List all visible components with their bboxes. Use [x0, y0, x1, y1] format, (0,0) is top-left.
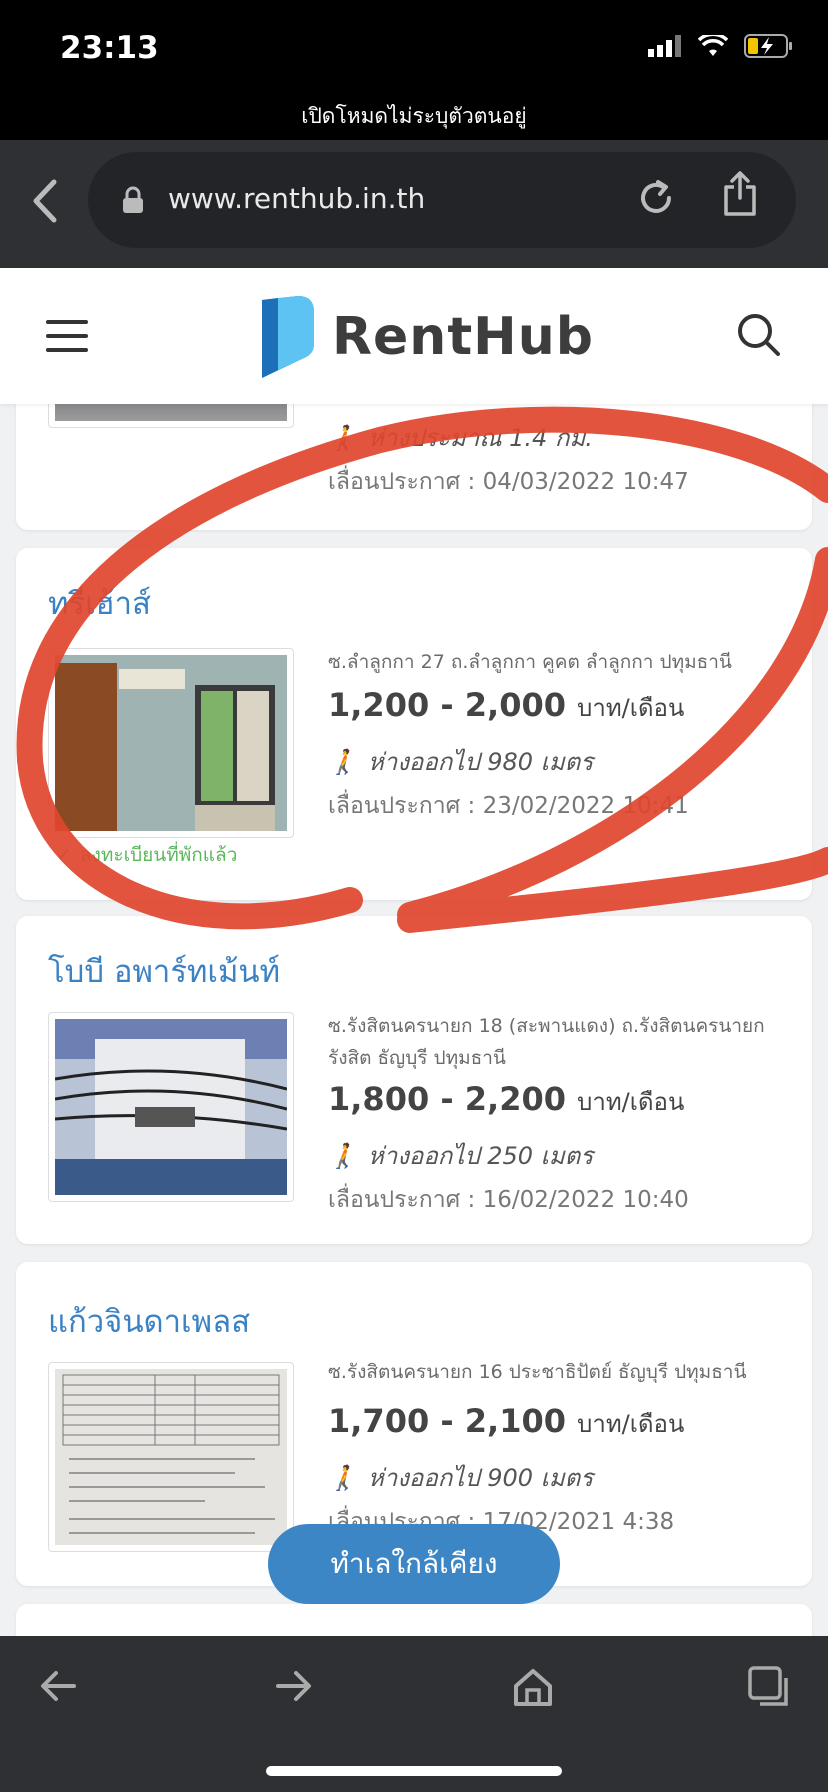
listing-title[interactable]: โบบี อพาร์ทเม้นท์: [48, 946, 280, 996]
wifi-icon: [698, 35, 728, 56]
check-icon: ✓: [56, 844, 72, 866]
battery-charging-icon: [744, 34, 792, 58]
room-photo: [55, 655, 287, 831]
distance-row: 🚶 ห่างประมาณ 1.4 กม.: [328, 418, 593, 457]
search-icon[interactable]: [736, 312, 782, 358]
distance-text: ห่างออกไป 250 เมตร: [367, 1142, 594, 1170]
listing-price: 1,800 - 2,200 บาท/เดือน: [328, 1080, 684, 1121]
nearby-locations-button[interactable]: ทำเลใกล้เคียง: [268, 1524, 560, 1604]
distance-row: 🚶 ห่างออกไป 250 เมตร: [328, 1136, 593, 1175]
share-icon[interactable]: [722, 170, 758, 216]
renthub-logo[interactable]: RentHub: [258, 296, 594, 378]
browser-bottom-bar: [0, 1636, 828, 1792]
posted-date: เลื่อนประกาศ : 04/03/2022 10:47: [328, 469, 689, 495]
walking-icon: 🚶: [328, 747, 358, 776]
home-indicator: [266, 1766, 562, 1776]
reload-icon[interactable]: [636, 178, 676, 218]
price-unit: บาท/เดือน: [577, 1088, 685, 1116]
listing-address: ซ.รังสิตนครนายก 18 (สะพานแดง) ถ.รังสิตนค…: [328, 1015, 765, 1069]
url-text: www.renthub.in.th: [168, 182, 426, 215]
listing-price: 1,700 - 2,100 บาท/เดือน: [328, 1402, 684, 1443]
listing-price: 1,200 - 2,000 บาท/เดือน: [328, 686, 684, 727]
logo-text: RentHub: [332, 307, 594, 367]
distance-text: ห่างประมาณ 1.4 กม.: [367, 424, 593, 452]
menu-icon[interactable]: [46, 320, 88, 352]
walking-icon: 🚶: [328, 423, 358, 452]
home-icon[interactable]: [512, 1666, 554, 1708]
private-mode-banner: เปิดโหมดไม่ระบุตัวตนอยู่: [0, 100, 828, 140]
distance-row: 🚶 ห่างออกไป 980 เมตร: [328, 742, 593, 781]
listing-title[interactable]: แก้วจินดาเพลส: [48, 1296, 250, 1346]
listing-thumbnail[interactable]: [48, 648, 294, 838]
walking-icon: 🚶: [328, 1141, 358, 1170]
listing-card-partial[interactable]: 🚶 ห่างประมาณ 1.4 กม. เลื่อนประกาศ : 04/0…: [16, 404, 812, 530]
distance-text: ห่างออกไป 980 เมตร: [367, 748, 594, 776]
listing-feed[interactable]: 🚶 ห่างประมาณ 1.4 กม. เลื่อนประกาศ : 04/0…: [0, 404, 828, 1636]
posted-date: เลื่อนประกาศ : 16/02/2022 10:40: [328, 1187, 689, 1213]
listing-address: ซ.ลำลูกกา 27 ถ.ลำลูกกา คูคต ลำลูกกา ปทุม…: [328, 651, 732, 673]
address-bar[interactable]: www.renthub.in.th: [88, 152, 796, 248]
listing-thumbnail[interactable]: [48, 404, 294, 428]
listing-card[interactable]: ทรีเฮ้าส์ ซ.ลำลูกกา 27 ถ.ลำลูกกา คูคต ลำ…: [16, 548, 812, 900]
renthub-logo-icon: [262, 296, 314, 378]
site-header: RentHub: [0, 268, 828, 404]
price-unit: บาท/เดือน: [577, 694, 685, 722]
status-bar: 23:13: [0, 0, 828, 100]
verified-text: ลงทะเบียนที่พักแล้ว: [79, 844, 238, 866]
browser-toolbar: www.renthub.in.th: [0, 140, 828, 268]
listing-thumbnail[interactable]: [48, 1012, 294, 1202]
listing-card[interactable]: โบบี อพาร์ทเม้นท์ ซ.รังสิตนครนายก 18 (สะ…: [16, 916, 812, 1244]
tabs-icon[interactable]: [748, 1666, 792, 1710]
price-sheet-photo: [55, 1369, 287, 1545]
status-time: 23:13: [60, 30, 159, 66]
status-icons: [648, 34, 794, 58]
signal-icon: [648, 35, 681, 57]
price-range: 1,800 - 2,200: [328, 1080, 566, 1118]
price-range: 1,200 - 2,000: [328, 686, 566, 724]
listing-thumbnail[interactable]: [48, 1362, 294, 1552]
verified-badge: ✓ ลงทะเบียนที่พักแล้ว: [56, 840, 237, 870]
price-unit: บาท/เดือน: [577, 1410, 685, 1438]
lock-icon: [123, 186, 143, 213]
listing-title[interactable]: ทรีเฮ้าส์: [48, 578, 151, 628]
posted-date: เลื่อนประกาศ : 23/02/2022 10:41: [328, 793, 689, 819]
walking-icon: 🚶: [328, 1463, 358, 1492]
building-photo: [54, 1019, 288, 1195]
back-chevron-icon[interactable]: [26, 176, 66, 226]
listing-card-partial[interactable]: [16, 1604, 812, 1636]
back-arrow-icon[interactable]: [38, 1666, 78, 1706]
distance-row: 🚶 ห่างออกไป 900 เมตร: [328, 1458, 593, 1497]
distance-text: ห่างออกไป 900 เมตร: [367, 1464, 594, 1492]
price-range: 1,700 - 2,100: [328, 1402, 566, 1440]
forward-arrow-icon[interactable]: [274, 1666, 314, 1706]
listing-address: ซ.รังสิตนครนายก 16 ประชาธิปัตย์ ธัญบุรี …: [328, 1361, 747, 1383]
